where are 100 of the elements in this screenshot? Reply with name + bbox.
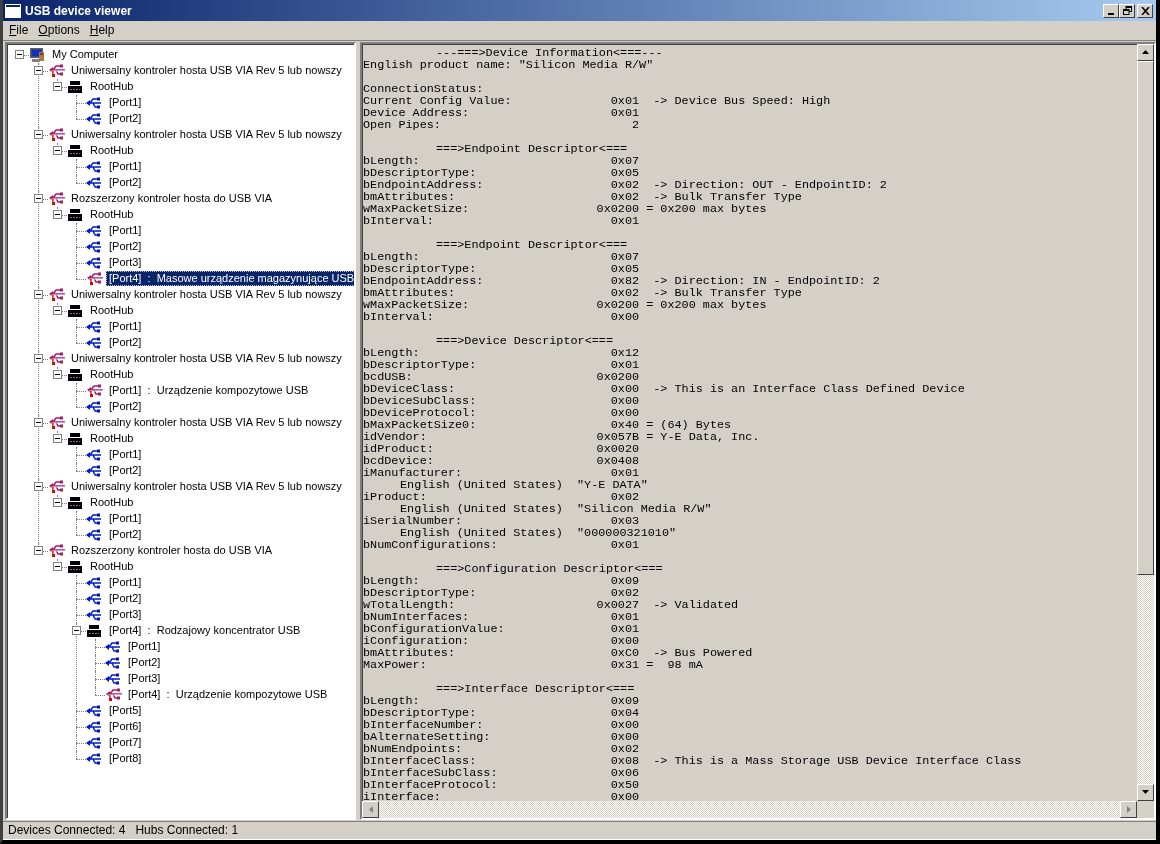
tree-item[interactable]: [Port1] xyxy=(106,223,145,239)
computer-icon xyxy=(29,46,45,63)
tree-item[interactable]: [Port2] xyxy=(106,527,145,543)
tree-item[interactable]: RootHub xyxy=(87,79,137,95)
collapse-icon[interactable] xyxy=(34,66,43,76)
tree-item[interactable]: RootHub xyxy=(87,367,137,383)
tree-item[interactable]: RootHub xyxy=(87,431,137,447)
menu-item[interactable]: Help xyxy=(84,22,120,39)
usb-icon xyxy=(48,286,66,303)
tree-item[interactable]: [Port2] xyxy=(106,175,145,191)
tree-item[interactable]: [Port1] xyxy=(106,159,145,175)
tree-item[interactable]: [Port7] xyxy=(106,735,145,751)
usb-icon xyxy=(86,720,102,733)
report-line: bLength: 0x09 xyxy=(363,574,640,587)
tree-item[interactable]: RootHub xyxy=(87,143,137,159)
tree-item[interactable]: [Port2] xyxy=(106,399,145,415)
tree-item[interactable]: Uniwersalny kontroler hosta USB VIA Rev 5 lub nowszy xyxy=(68,63,345,79)
tree-item[interactable]: RootHub xyxy=(87,303,137,319)
collapse-icon[interactable] xyxy=(34,354,43,364)
tree-item[interactable]: [Port8] xyxy=(106,751,145,767)
tree-item[interactable]: Uniwersalny kontroler hosta USB VIA Rev 5 lub nowszy xyxy=(68,287,345,303)
tree-item[interactable]: Uniwersalny kontroler hosta USB VIA Rev 5 lub nowszy xyxy=(68,127,345,143)
tree-item[interactable]: [Port2] xyxy=(106,463,145,479)
tree-item[interactable]: [Port1] xyxy=(106,319,145,335)
tree-item[interactable]: [Port3] xyxy=(106,255,145,271)
tree-item[interactable]: Uniwersalny kontroler hosta USB VIA Rev 5 lub nowszy xyxy=(68,351,345,367)
tree-item[interactable]: [Port3] xyxy=(125,671,164,687)
close-button[interactable] xyxy=(1137,3,1153,18)
collapse-icon[interactable] xyxy=(34,130,43,140)
restore-button[interactable] xyxy=(1119,3,1135,18)
collapse-icon[interactable] xyxy=(53,498,62,508)
tree-item[interactable]: [Port2] xyxy=(106,591,145,607)
tree-item[interactable]: [Port4] : Urządzenie kompozytowe USB xyxy=(125,687,331,703)
report-line: bEndpointAddress: 0x02 -> Direction: OUT - EndpointID: 2 xyxy=(363,178,888,191)
collapse-icon[interactable] xyxy=(53,210,62,220)
report-line: English product name: "Silicon Media R/W" xyxy=(363,58,655,71)
tree-item[interactable]: [Port1] xyxy=(106,95,145,111)
usb-icon xyxy=(105,656,121,669)
report-line: wTotalLength: 0x0027 -> Validated xyxy=(363,598,740,611)
tree-item[interactable]: Uniwersalny kontroler hosta USB VIA Rev 5 lub nowszy xyxy=(68,415,345,431)
usb-icon xyxy=(86,528,102,541)
scroll-left-button[interactable] xyxy=(362,800,379,818)
usb-icon xyxy=(86,240,102,253)
tree-item[interactable]: [Port6] xyxy=(106,719,145,735)
tree-item[interactable]: [Port1] xyxy=(106,575,145,591)
report-line: Device Address: 0x01 xyxy=(363,106,641,119)
report-line: bLength: 0x07 xyxy=(363,250,641,263)
collapse-icon[interactable] xyxy=(72,626,81,636)
tree-item[interactable]: [Port1] xyxy=(125,639,164,655)
collapse-icon[interactable] xyxy=(34,290,43,300)
menu-item[interactable]: Options xyxy=(33,22,85,39)
tree-item[interactable]: [Port2] xyxy=(106,111,145,127)
tree-item[interactable]: RootHub xyxy=(87,207,137,223)
usb-icon xyxy=(86,752,102,765)
report-line: bInterfaceNumber: 0x00 xyxy=(363,718,641,731)
scroll-right-button[interactable] xyxy=(1120,800,1137,818)
tree-item[interactable]: [Port2] xyxy=(125,655,164,671)
hub-icon xyxy=(86,623,102,638)
tree-item[interactable]: [Port1] xyxy=(106,511,145,527)
scrollbar-thumb[interactable] xyxy=(1137,60,1154,575)
tree-item[interactable]: [Port4] : Masowe urządzenie magazynujące USB xyxy=(106,271,354,287)
section-heading: ---===>Device Information<===--- xyxy=(435,46,664,59)
tree-item[interactable]: Rozszerzony kontroler hosta do USB VIA xyxy=(68,191,276,207)
tree-item[interactable]: [Port5] xyxy=(106,703,145,719)
tree-item[interactable]: Uniwersalny kontroler hosta USB VIA Rev 5 lub nowszy xyxy=(68,479,345,495)
collapse-icon[interactable] xyxy=(34,482,43,492)
tree-item[interactable]: RootHub xyxy=(87,559,137,575)
menu-item[interactable]: File xyxy=(4,22,34,39)
tree-item[interactable]: [Port4] : Rodzajowy koncentrator USB xyxy=(106,623,304,639)
report-line: English (United States) "Silicon Media R/W" xyxy=(400,502,713,515)
hub-icon xyxy=(67,207,83,222)
caret-up-icon xyxy=(1142,50,1149,55)
report-line: bConfigurationValue: 0x01 xyxy=(363,622,641,635)
tree-item[interactable]: [Port3] xyxy=(106,607,145,623)
collapse-icon[interactable] xyxy=(53,82,62,92)
collapse-icon[interactable] xyxy=(15,50,24,60)
collapse-icon[interactable] xyxy=(34,546,43,556)
report-line: bcdDevice: 0x0408 xyxy=(363,454,641,467)
tree-item[interactable]: [Port1] : Urządzenie kompozytowe USB xyxy=(106,383,312,399)
usb-icon xyxy=(48,478,66,495)
tree-item[interactable]: [Port2] xyxy=(106,335,145,351)
tree-item[interactable]: [Port2] xyxy=(106,239,145,255)
tree-item[interactable]: My Computer xyxy=(49,47,122,63)
collapse-icon[interactable] xyxy=(53,434,62,444)
scroll-up-button[interactable] xyxy=(1137,43,1154,61)
collapse-icon[interactable] xyxy=(53,562,62,572)
collapse-icon[interactable] xyxy=(53,146,62,156)
tree-item[interactable]: RootHub xyxy=(87,495,137,511)
collapse-icon[interactable] xyxy=(34,418,43,428)
collapse-icon[interactable] xyxy=(34,194,43,204)
collapse-icon[interactable] xyxy=(53,370,62,380)
collapse-icon[interactable] xyxy=(53,306,62,316)
usb-icon xyxy=(48,542,66,559)
report-line: bInterfaceProtocol: 0x50 xyxy=(363,778,641,791)
minimize-button[interactable] xyxy=(1103,3,1119,18)
report-line: bmAttributes: 0x02 -> Bulk Transfer Type xyxy=(363,190,802,203)
report-line: bDescriptorType: 0x04 xyxy=(363,706,641,719)
hub-icon xyxy=(67,79,83,94)
tree-item[interactable]: Rozszerzony kontroler hosta do USB VIA xyxy=(68,543,276,559)
tree-item[interactable]: [Port1] xyxy=(106,447,145,463)
